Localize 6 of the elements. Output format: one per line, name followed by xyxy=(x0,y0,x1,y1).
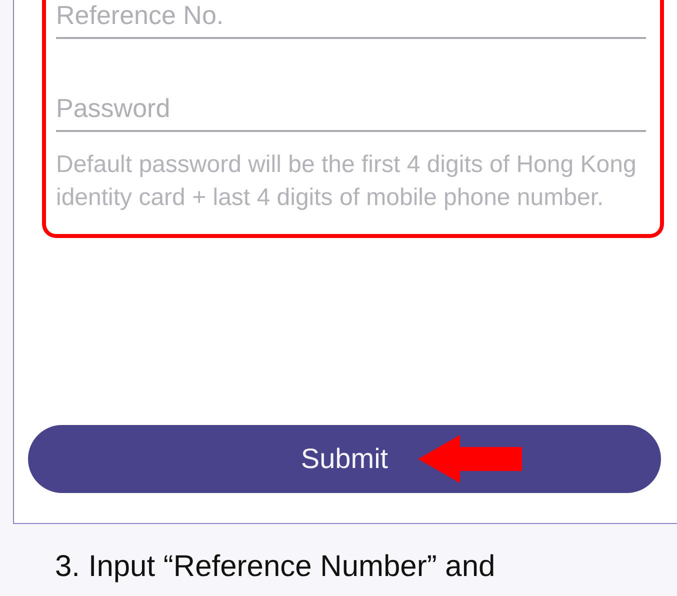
hint-text: Default password will be the first 4 digits of Hong Kong identity card + last 4 digits of mobile phone number. xyxy=(56,150,638,213)
input-field[interactable]: Reference No. xyxy=(56,0,646,39)
arrow-icon xyxy=(418,435,522,483)
submit-button[interactable]: Submit xyxy=(28,425,661,493)
caption-text: 3. Input “Reference Number” and xyxy=(55,550,496,584)
input-field[interactable]: Password xyxy=(56,93,646,132)
